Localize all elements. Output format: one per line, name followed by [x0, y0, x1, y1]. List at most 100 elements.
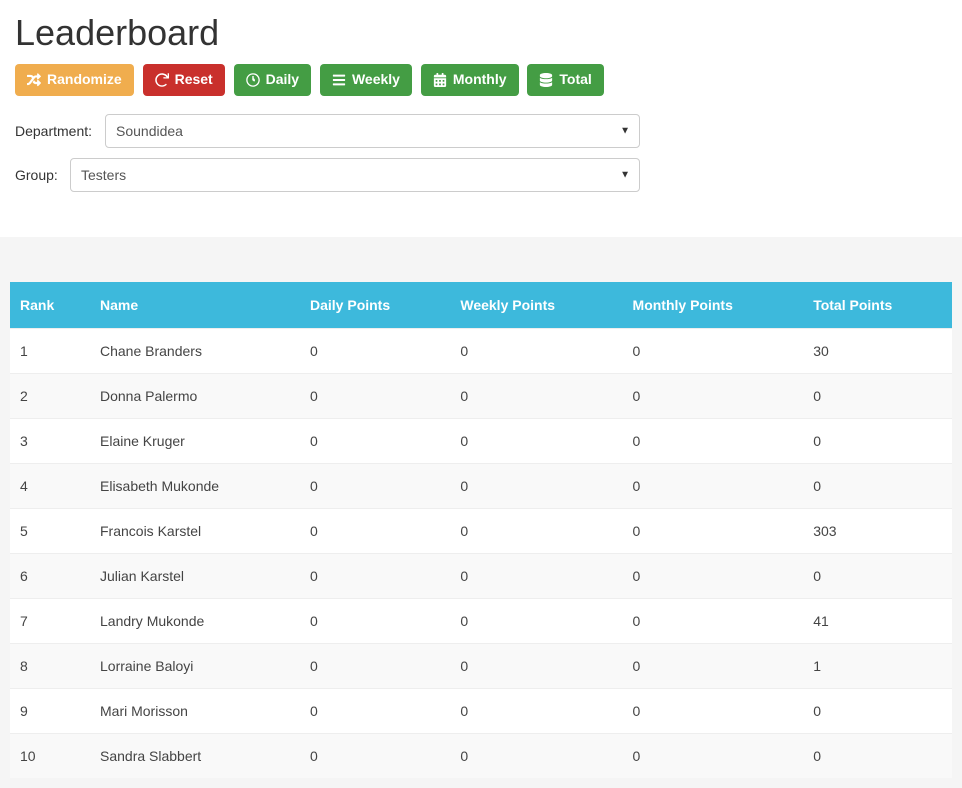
cell-monthly: 0: [623, 643, 804, 688]
cell-rank: 8: [10, 643, 90, 688]
cell-name: Elaine Kruger: [90, 418, 300, 463]
group-select[interactable]: Testers: [70, 158, 640, 192]
cell-total: 0: [803, 553, 952, 598]
cell-rank: 2: [10, 373, 90, 418]
daily-button[interactable]: Daily: [234, 64, 311, 96]
cell-monthly: 0: [623, 373, 804, 418]
col-header-daily: Daily Points: [300, 282, 450, 329]
cell-daily: 0: [300, 508, 450, 553]
cell-weekly: 0: [450, 643, 622, 688]
cell-name: Chane Branders: [90, 328, 300, 373]
cell-rank: 7: [10, 598, 90, 643]
refresh-icon: [155, 73, 169, 87]
cell-rank: 9: [10, 688, 90, 733]
department-select[interactable]: Soundidea: [105, 114, 640, 148]
cell-weekly: 0: [450, 508, 622, 553]
cell-name: Francois Karstel: [90, 508, 300, 553]
cell-total: 41: [803, 598, 952, 643]
col-header-rank: Rank: [10, 282, 90, 329]
cell-daily: 0: [300, 688, 450, 733]
weekly-button[interactable]: Weekly: [320, 64, 412, 96]
cell-weekly: 0: [450, 553, 622, 598]
shuffle-icon: [27, 73, 41, 87]
leaderboard-table: Rank Name Daily Points Weekly Points Mon…: [10, 282, 952, 778]
cell-weekly: 0: [450, 328, 622, 373]
leaderboard-panel: Rank Name Daily Points Weekly Points Mon…: [0, 237, 962, 788]
cell-monthly: 0: [623, 328, 804, 373]
cell-rank: 4: [10, 463, 90, 508]
table-row: 3Elaine Kruger0000: [10, 418, 952, 463]
cell-daily: 0: [300, 598, 450, 643]
table-row: 7Landry Mukonde00041: [10, 598, 952, 643]
cell-daily: 0: [300, 328, 450, 373]
cell-daily: 0: [300, 373, 450, 418]
cell-rank: 6: [10, 553, 90, 598]
cell-rank: 10: [10, 733, 90, 778]
cell-rank: 3: [10, 418, 90, 463]
table-header-row: Rank Name Daily Points Weekly Points Mon…: [10, 282, 952, 329]
cell-rank: 1: [10, 328, 90, 373]
reset-button[interactable]: Reset: [143, 64, 225, 96]
cell-name: Landry Mukonde: [90, 598, 300, 643]
cell-name: Mari Morisson: [90, 688, 300, 733]
table-row: 1Chane Branders00030: [10, 328, 952, 373]
randomize-button[interactable]: Randomize: [15, 64, 134, 96]
table-row: 8Lorraine Baloyi0001: [10, 643, 952, 688]
cell-total: 303: [803, 508, 952, 553]
cell-total: 0: [803, 733, 952, 778]
randomize-label: Randomize: [47, 70, 122, 90]
table-row: 9Mari Morisson0000: [10, 688, 952, 733]
cell-name: Elisabeth Mukonde: [90, 463, 300, 508]
cell-monthly: 0: [623, 553, 804, 598]
cell-monthly: 0: [623, 733, 804, 778]
cell-name: Lorraine Baloyi: [90, 643, 300, 688]
daily-label: Daily: [266, 70, 299, 90]
cell-monthly: 0: [623, 418, 804, 463]
cell-daily: 0: [300, 463, 450, 508]
cell-monthly: 0: [623, 463, 804, 508]
table-row: 6Julian Karstel0000: [10, 553, 952, 598]
cell-name: Sandra Slabbert: [90, 733, 300, 778]
col-header-monthly: Monthly Points: [623, 282, 804, 329]
cell-name: Julian Karstel: [90, 553, 300, 598]
cell-daily: 0: [300, 643, 450, 688]
monthly-button[interactable]: Monthly: [421, 64, 519, 96]
cell-weekly: 0: [450, 463, 622, 508]
table-row: 2Donna Palermo0000: [10, 373, 952, 418]
cell-daily: 0: [300, 418, 450, 463]
cell-total: 0: [803, 688, 952, 733]
cell-weekly: 0: [450, 373, 622, 418]
cell-daily: 0: [300, 733, 450, 778]
cell-monthly: 0: [623, 598, 804, 643]
department-label: Department:: [15, 123, 105, 139]
group-label: Group:: [15, 167, 70, 183]
cell-total: 0: [803, 418, 952, 463]
action-button-row: Randomize Reset Daily Weekly Monthly Tot…: [15, 64, 947, 96]
col-header-name: Name: [90, 282, 300, 329]
total-button[interactable]: Total: [527, 64, 603, 96]
cell-monthly: 0: [623, 508, 804, 553]
cell-weekly: 0: [450, 733, 622, 778]
cell-weekly: 0: [450, 418, 622, 463]
weekly-label: Weekly: [352, 70, 400, 90]
reset-label: Reset: [175, 70, 213, 90]
cell-monthly: 0: [623, 688, 804, 733]
clock-icon: [246, 73, 260, 87]
cell-total: 30: [803, 328, 952, 373]
cell-weekly: 0: [450, 688, 622, 733]
table-row: 10Sandra Slabbert0000: [10, 733, 952, 778]
cell-total: 0: [803, 463, 952, 508]
department-filter-row: Department: Soundidea ▼: [15, 114, 947, 148]
table-row: 5Francois Karstel000303: [10, 508, 952, 553]
total-label: Total: [559, 70, 591, 90]
monthly-label: Monthly: [453, 70, 507, 90]
database-icon: [539, 73, 553, 87]
col-header-total: Total Points: [803, 282, 952, 329]
cell-total: 1: [803, 643, 952, 688]
cell-name: Donna Palermo: [90, 373, 300, 418]
cell-rank: 5: [10, 508, 90, 553]
cell-daily: 0: [300, 553, 450, 598]
group-filter-row: Group: Testers ▼: [15, 158, 947, 192]
col-header-weekly: Weekly Points: [450, 282, 622, 329]
list-icon: [332, 73, 346, 87]
